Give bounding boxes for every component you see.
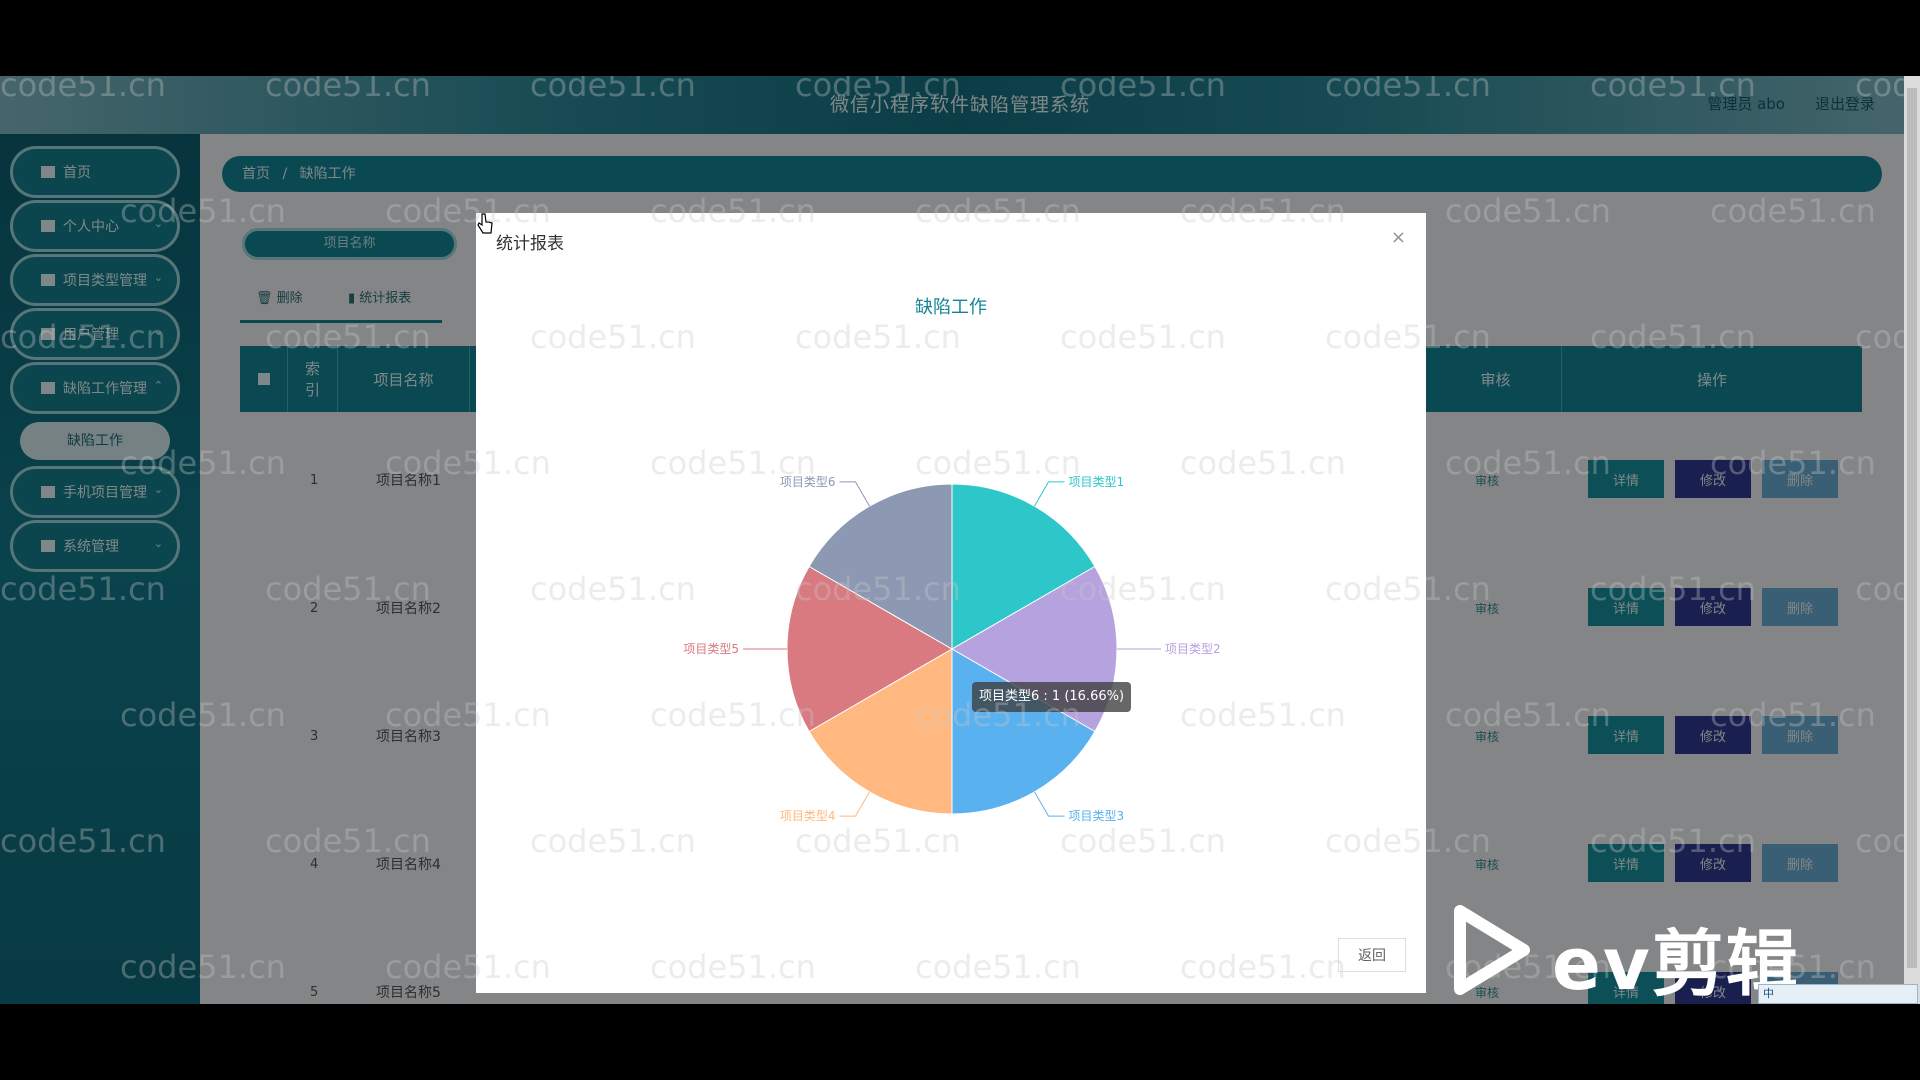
- app-window: 微信小程序软件缺陷管理系统 管理员 abo 退出登录 首页 个人中心 ⌄ 项目类…: [0, 76, 1920, 1004]
- hand-cursor-icon: [477, 213, 493, 234]
- scrollbar[interactable]: [1904, 76, 1920, 1004]
- stats-dialog: 统计报表 × 缺陷工作 项目类型1 项目类型2 项目类型3 项目类型4 项目类型5 项目类…: [476, 213, 1426, 993]
- pie-label-line-3: [1034, 791, 1065, 817]
- pie-label-2: 项目类型2: [1165, 642, 1221, 656]
- back-button[interactable]: 返回: [1338, 938, 1406, 972]
- ime-mode: 中: [1763, 987, 1774, 1000]
- pie-label-3: 项目类型3: [1069, 809, 1125, 823]
- pie-label-line-1: [1034, 481, 1065, 507]
- pie-label-1: 项目类型1: [1069, 475, 1125, 489]
- pie-label-6: 项目类型6: [780, 475, 836, 489]
- video-letterbox-top: [0, 0, 1920, 76]
- pie-chart: 项目类型1 项目类型2 项目类型3 项目类型4 项目类型5 项目类型6: [683, 475, 1221, 823]
- chart-tooltip: 项目类型6 : 1 (16.66%): [972, 682, 1132, 712]
- scrollbar-thumb[interactable]: [1907, 88, 1917, 968]
- pie-label-4: 项目类型4: [780, 809, 836, 823]
- video-letterbox-bottom: [0, 1004, 1920, 1080]
- pie-label-line-6: [839, 481, 870, 507]
- ime-tray[interactable]: 中: [1758, 984, 1918, 1004]
- pie-label-line-4: [839, 791, 870, 817]
- pie-label-5: 项目类型5: [683, 642, 739, 656]
- ev-play-logo-icon: [1454, 905, 1530, 995]
